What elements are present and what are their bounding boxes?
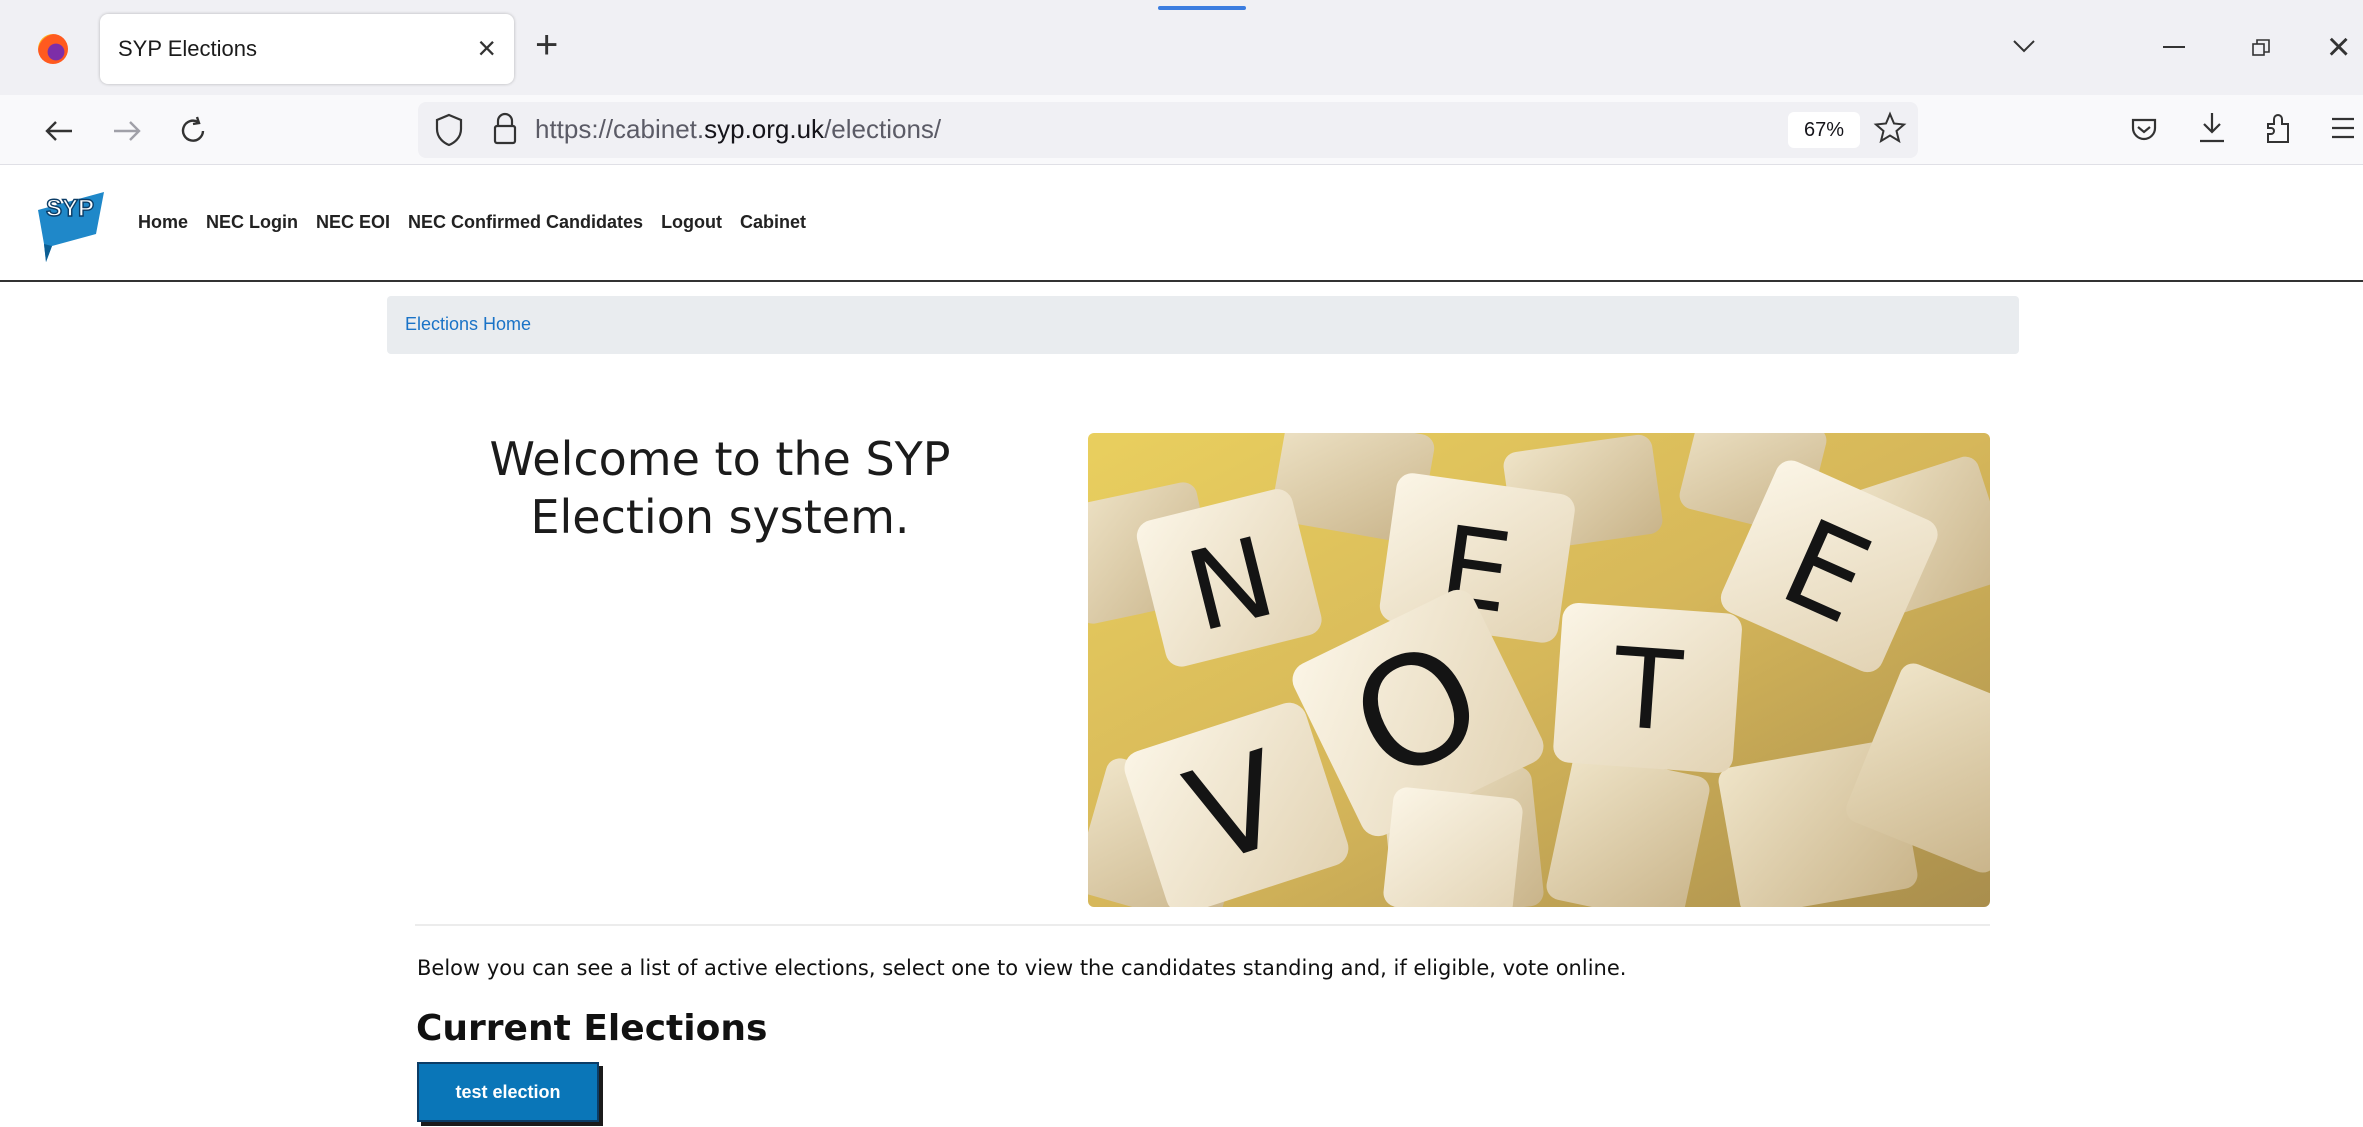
tile-t: T <box>1553 602 1742 773</box>
tracking-shield-icon[interactable] <box>432 112 466 148</box>
nav-nec-eoi[interactable]: NEC EOI <box>316 212 390 233</box>
svg-text:T: T <box>1609 624 1687 757</box>
nav-nec-login[interactable]: NEC Login <box>206 212 298 233</box>
vote-hero-image: N E E V O T <box>1088 433 1990 907</box>
syp-logo[interactable]: SYP <box>34 184 110 264</box>
tab-close-icon[interactable]: × <box>477 28 496 68</box>
window-close-icon[interactable]: × <box>2327 24 2350 70</box>
lock-icon[interactable] <box>490 110 520 148</box>
zoom-level-badge[interactable]: 67% <box>1788 112 1860 148</box>
new-tab-icon[interactable]: + <box>535 22 558 68</box>
hamburger-menu-icon[interactable] <box>2328 114 2358 142</box>
list-all-tabs-icon[interactable] <box>2008 30 2040 62</box>
election-button-test-election[interactable]: test election <box>417 1062 599 1122</box>
welcome-line-1: Welcome to the SYP <box>489 432 951 486</box>
logo-text: SYP <box>46 195 94 222</box>
nav-cabinet[interactable]: Cabinet <box>740 212 806 233</box>
url-text[interactable]: https://cabinet.syp.org.uk/elections/ <box>535 114 941 145</box>
section-divider <box>415 924 1990 926</box>
tab-title: SYP Elections <box>118 36 258 61</box>
breadcrumb-elections-home[interactable]: Elections Home <box>405 314 531 335</box>
forward-arrow-icon[interactable] <box>110 114 144 148</box>
current-elections-title: Current Elections <box>416 1008 768 1049</box>
window-restore-icon[interactable] <box>2251 38 2271 58</box>
welcome-line-2: Election system. <box>530 490 910 544</box>
scrabble-tiles-illustration: N E E V O T <box>1088 433 1990 907</box>
tile-foreground <box>1383 787 1523 907</box>
reload-icon[interactable] <box>176 114 210 148</box>
site-nav: Home NEC Login NEC EOI NEC Confirmed Can… <box>138 212 806 233</box>
nav-home[interactable]: Home <box>138 212 188 233</box>
pocket-icon[interactable] <box>2128 113 2160 145</box>
welcome-heading: Welcome to the SYP Election system. <box>460 430 980 546</box>
nav-logout[interactable]: Logout <box>661 212 722 233</box>
bookmark-star-icon[interactable] <box>1873 111 1907 145</box>
site-header: SYP Home NEC Login NEC EOI NEC Confirmed… <box>0 166 2363 282</box>
browser-tab[interactable]: SYP Elections × <box>100 14 514 84</box>
window-minimize-icon[interactable] <box>2163 46 2185 48</box>
breadcrumb: Elections Home <box>387 296 2019 354</box>
nav-nec-confirmed-candidates[interactable]: NEC Confirmed Candidates <box>408 212 643 233</box>
extensions-icon[interactable] <box>2262 110 2294 146</box>
back-arrow-icon[interactable] <box>42 114 76 148</box>
browser-tab-strip: SYP Elections × + × <box>0 0 2363 95</box>
downloads-icon[interactable] <box>2196 110 2228 146</box>
firefox-logo-icon <box>38 34 68 64</box>
intro-text: Below you can see a list of active elect… <box>417 956 1627 980</box>
tab-strip-indicator <box>1158 6 1246 10</box>
